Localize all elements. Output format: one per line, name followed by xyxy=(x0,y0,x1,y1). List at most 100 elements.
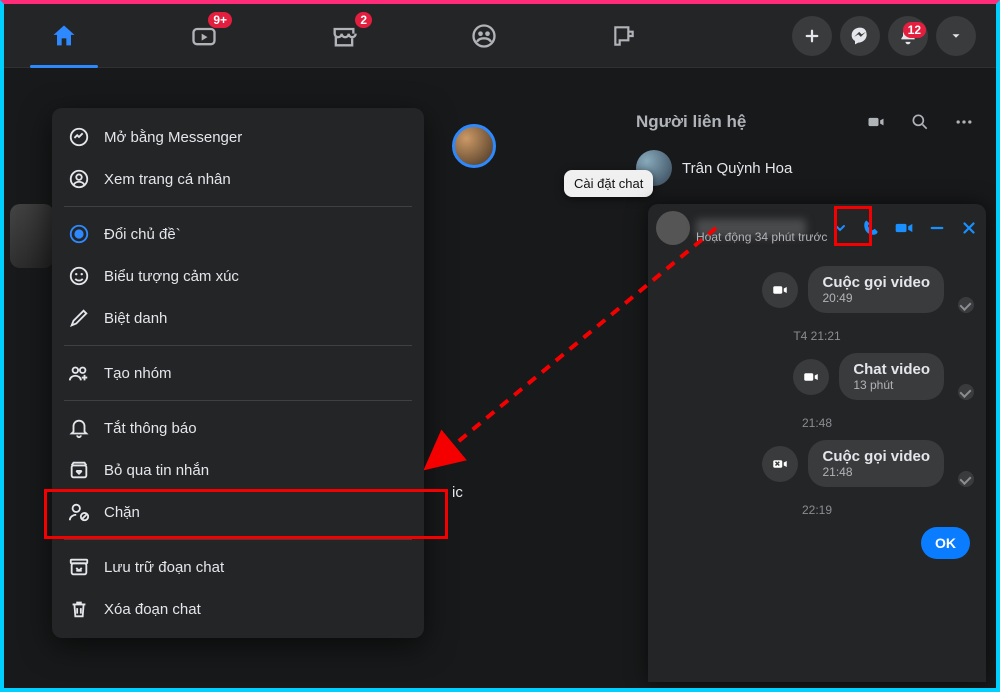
menu-create-group[interactable]: Tạo nhóm xyxy=(52,352,424,394)
seen-indicator xyxy=(958,384,974,400)
messenger-button[interactable] xyxy=(840,16,880,56)
menu-separator xyxy=(64,206,412,207)
nav-gaming[interactable] xyxy=(594,6,654,66)
archive-box-icon xyxy=(68,459,90,481)
message-bubble[interactable]: OK xyxy=(921,527,970,559)
home-icon xyxy=(50,22,78,50)
watch-badge: 9+ xyxy=(208,12,232,28)
market-badge: 2 xyxy=(355,12,372,28)
menu-label: Xem trang cá nhân xyxy=(104,171,231,188)
profile-icon xyxy=(68,168,90,190)
new-room-button[interactable] xyxy=(866,112,886,132)
chat-header[interactable]: Hoạt động 34 phút trước xyxy=(648,204,986,252)
menu-separator xyxy=(64,345,412,346)
groups-icon xyxy=(470,22,498,50)
chat-status: Hoạt động 34 phút trước xyxy=(696,230,827,244)
menu-change-theme[interactable]: Đổi chủ đề` xyxy=(52,213,424,255)
call-title: Cuộc gọi video xyxy=(822,448,930,465)
contact-item[interactable]: Trân Quỳnh Hoa xyxy=(436,146,986,190)
contacts-options-button[interactable] xyxy=(954,112,974,132)
menu-ignore-messages[interactable]: Bỏ qua tin nhắn xyxy=(52,449,424,491)
call-title: Cuộc gọi video xyxy=(822,274,930,291)
notif-badge: 12 xyxy=(903,22,926,38)
chat-body: Cuộc gọi video20:49 T4 21:21 Chat video1… xyxy=(648,252,986,682)
create-button[interactable] xyxy=(792,16,832,56)
menu-nickname[interactable]: Biệt danh xyxy=(52,297,424,339)
menu-label: Mở bằng Messenger xyxy=(104,129,242,146)
theme-icon xyxy=(68,223,90,245)
chevron-down-icon xyxy=(832,220,848,236)
menu-label: Bỏ qua tin nhắn xyxy=(104,462,209,479)
search-icon xyxy=(910,112,930,132)
trash-icon xyxy=(68,598,90,620)
tooltip-chat-settings: Cài đặt chat xyxy=(564,170,653,197)
menu-open-messenger[interactable]: Mở bằng Messenger xyxy=(52,116,424,158)
contacts-title: Người liên hệ xyxy=(636,112,746,132)
contact-name: Trân Quỳnh Hoa xyxy=(682,160,792,177)
video-plus-icon xyxy=(866,112,886,132)
menu-label: Tạo nhóm xyxy=(104,365,172,382)
phone-icon xyxy=(862,219,880,237)
call-time: 21:48 xyxy=(822,465,930,479)
menu-label: Xóa đoạn chat xyxy=(104,601,201,618)
left-rail xyxy=(4,68,58,688)
archive-icon xyxy=(68,556,90,578)
timestamp: T4 21:21 xyxy=(660,329,974,343)
video-call-icon xyxy=(762,272,798,308)
chat-settings-menu: Mở bằng Messenger Xem trang cá nhân Đổi … xyxy=(52,108,424,638)
avatar xyxy=(656,211,690,245)
menu-separator xyxy=(64,539,412,540)
call-log-item[interactable]: Chat video13 phút xyxy=(660,353,974,400)
menu-mute[interactable]: Tắt thông báo xyxy=(52,407,424,449)
nav-marketplace[interactable]: 2 xyxy=(314,6,374,66)
call-time: 20:49 xyxy=(822,291,930,305)
missed-video-icon xyxy=(762,446,798,482)
seen-indicator xyxy=(958,297,974,313)
menu-block[interactable]: Chặn xyxy=(52,491,424,533)
nav-groups[interactable] xyxy=(454,6,514,66)
timestamp: 21:48 xyxy=(660,416,974,430)
menu-label: Tắt thông báo xyxy=(104,420,197,437)
plus-icon xyxy=(803,27,821,45)
menu-delete[interactable]: Xóa đoạn chat xyxy=(52,588,424,630)
menu-emoji[interactable]: Biểu tượng cảm xúc xyxy=(52,255,424,297)
story-thumb[interactable] xyxy=(10,204,54,268)
menu-archive[interactable]: Lưu trữ đoạn chat xyxy=(52,546,424,588)
messenger-icon xyxy=(850,26,870,46)
emoji-icon xyxy=(68,265,90,287)
timestamp: 22:19 xyxy=(660,503,974,517)
market-icon xyxy=(330,22,358,50)
app-window: 9+ 2 12 Mở xyxy=(0,0,1000,692)
caret-down-icon xyxy=(949,29,963,43)
call-log-item[interactable]: Cuộc gọi video20:49 xyxy=(660,266,974,313)
block-person-icon xyxy=(68,501,90,523)
call-time: 13 phút xyxy=(853,378,930,392)
account-menu-button[interactable] xyxy=(936,16,976,56)
video-icon xyxy=(894,218,914,238)
video-call-icon xyxy=(793,359,829,395)
search-contacts-button[interactable] xyxy=(910,112,930,132)
bell-icon xyxy=(68,417,90,439)
gaming-icon xyxy=(611,23,637,49)
group-add-icon xyxy=(68,362,90,384)
notifications-button[interactable]: 12 xyxy=(888,16,928,56)
nav-watch[interactable]: 9+ xyxy=(174,6,234,66)
messenger-icon xyxy=(68,126,90,148)
minimize-button[interactable] xyxy=(928,219,946,237)
video-call-button[interactable] xyxy=(894,218,914,238)
chat-window: Hoạt động 34 phút trước Cuộc gọi video20… xyxy=(648,204,986,682)
top-navbar: 9+ 2 12 xyxy=(4,4,996,68)
voice-call-button[interactable] xyxy=(862,219,880,237)
call-title: Chat video xyxy=(853,361,930,378)
call-log-item[interactable]: Cuộc gọi video21:48 xyxy=(660,440,974,487)
minimize-icon xyxy=(928,219,946,237)
menu-label: Biểu tượng cảm xúc xyxy=(104,268,239,285)
menu-view-profile[interactable]: Xem trang cá nhân xyxy=(52,158,424,200)
seen-indicator xyxy=(958,471,974,487)
menu-separator xyxy=(64,400,412,401)
menu-label: Chặn xyxy=(104,504,140,521)
chat-menu-caret[interactable] xyxy=(832,220,848,236)
nav-home[interactable] xyxy=(34,6,94,66)
close-icon xyxy=(960,219,978,237)
close-button[interactable] xyxy=(960,219,978,237)
